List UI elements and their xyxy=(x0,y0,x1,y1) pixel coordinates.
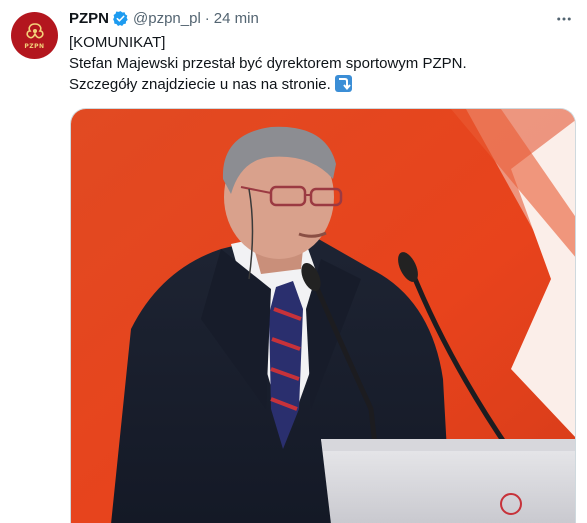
author-handle[interactable]: @pzpn_pl xyxy=(133,10,201,27)
separator-dot: · xyxy=(204,9,210,27)
tweet-line-3: Szczegóły znajdziecie u nas na stronie. xyxy=(69,76,331,93)
tweet[interactable]: PZPN PZPN @pzpn_pl · 24 min [KOMUNIKAT] … xyxy=(0,0,587,523)
timestamp[interactable]: 24 min xyxy=(214,10,259,27)
avatar-label: PZPN xyxy=(24,42,45,50)
avatar[interactable]: PZPN xyxy=(11,12,58,59)
tweet-line-2: Stefan Majewski przestał być dyrektorem … xyxy=(69,55,467,72)
tweet-line-3-wrap: Szczegóły znajdziecie u nas na stronie. xyxy=(69,74,574,95)
tweet-text: [KOMUNIKAT] Stefan Majewski przestał być… xyxy=(69,32,574,95)
tweet-line-1: [KOMUNIKAT] xyxy=(69,34,166,51)
tweet-header: PZPN @pzpn_pl · 24 min xyxy=(69,8,259,28)
author-name[interactable]: PZPN xyxy=(69,10,109,27)
tweet-photo[interactable] xyxy=(70,108,576,523)
man-speaking-at-lectern-photo xyxy=(71,109,575,523)
pzpn-crest-icon xyxy=(25,22,44,38)
more-options-icon[interactable] xyxy=(555,10,573,28)
verified-badge-icon xyxy=(113,10,128,26)
right-arrow-curving-down-emoji-icon xyxy=(334,75,352,92)
